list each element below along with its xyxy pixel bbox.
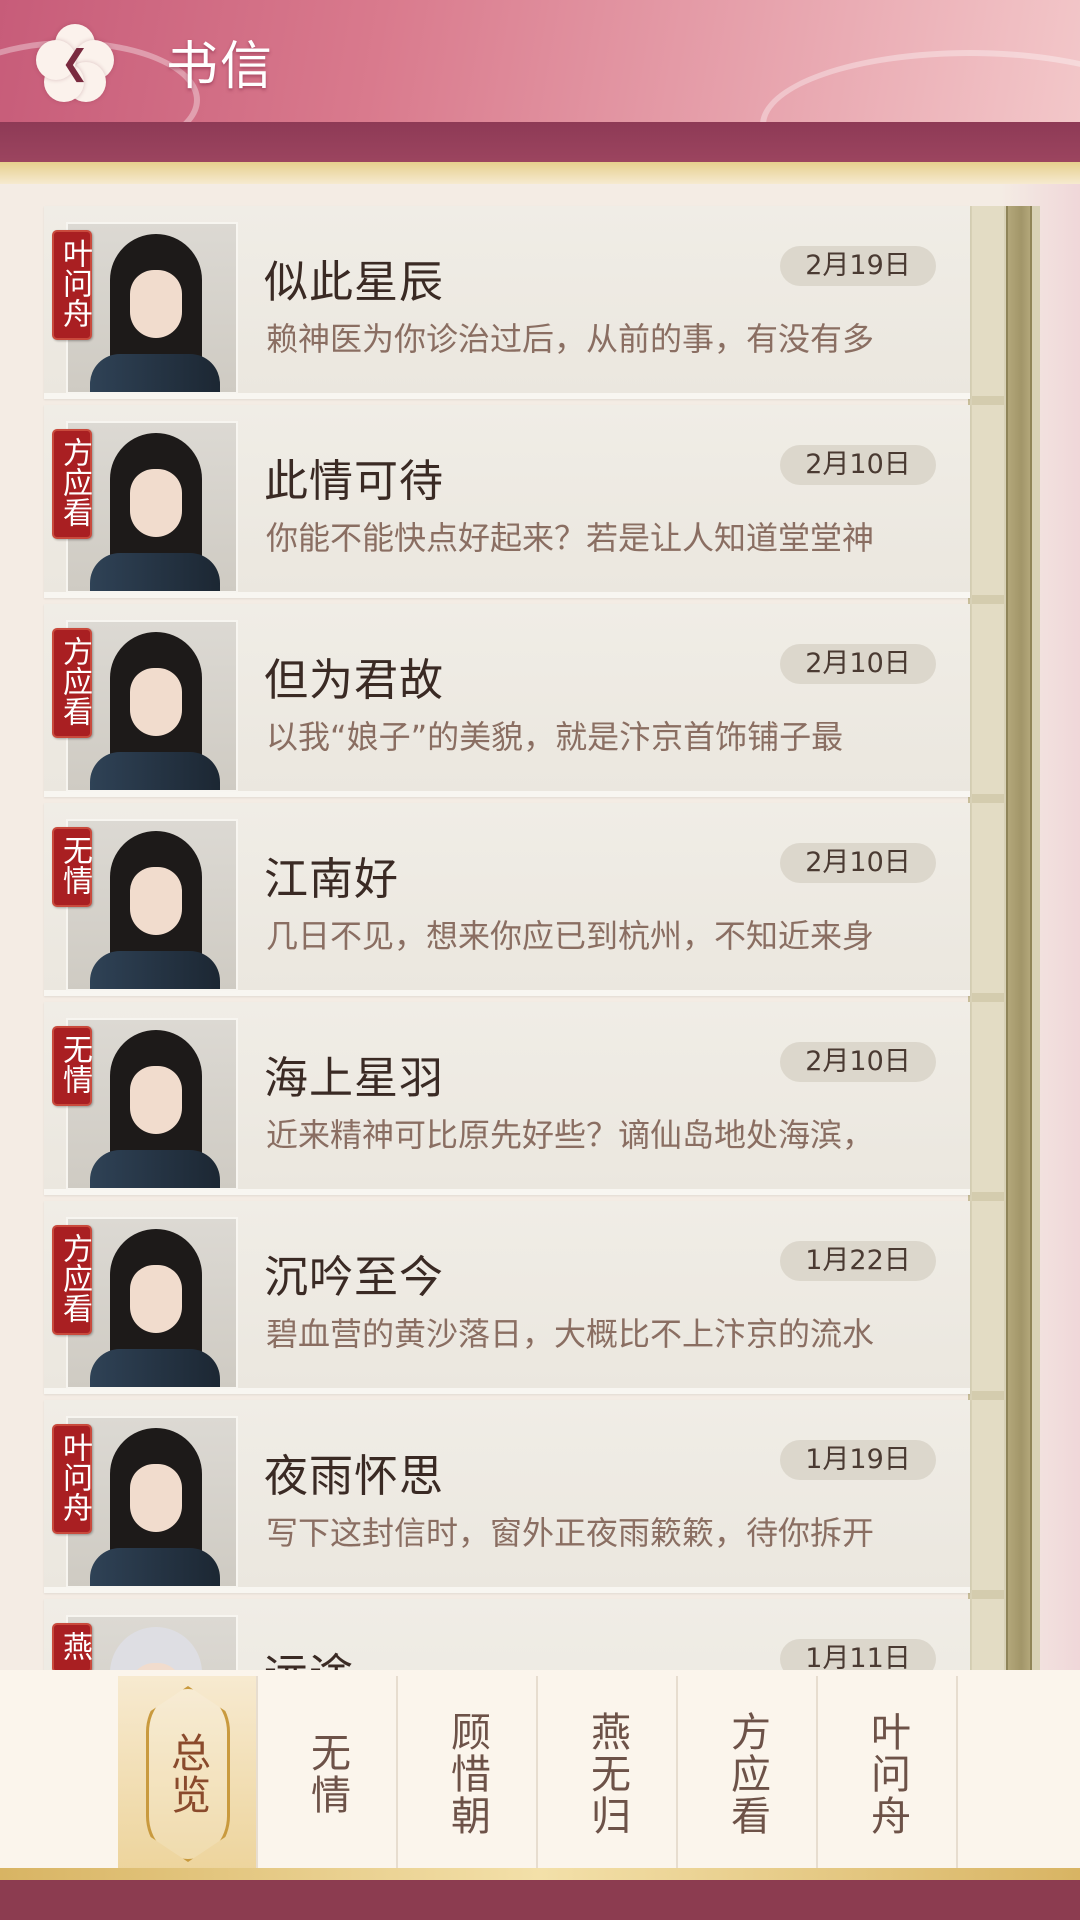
tab-overview[interactable]: 总览: [118, 1676, 258, 1872]
scrollbar-track[interactable]: [1006, 206, 1032, 1670]
letter-title: 夜雨怀思: [264, 1452, 444, 1501]
tab-guxizhao[interactable]: 顾惜朝: [398, 1676, 538, 1872]
letter-item[interactable]: 方应看 此情可待 2月10日 你能不能快点好起来？若是让人知道堂堂神: [44, 405, 970, 598]
character-name-tag: 叶问舟: [52, 230, 92, 340]
letter-preview: 写下这封信时，窗外正夜雨簌簌，待你拆开: [266, 1514, 875, 1552]
letter-date-badge: 2月10日: [780, 445, 936, 485]
letter-title: 但为君故: [264, 656, 444, 705]
letter-date-badge: 2月10日: [780, 644, 936, 684]
tab-yewenzhou[interactable]: 叶问舟: [818, 1676, 958, 1872]
header-decor-swirl: [760, 50, 1080, 122]
character-name-tag: 方应看: [52, 1225, 92, 1335]
letter-preview: 碧血营的黄沙落日，大概比不上汴京的流水: [266, 1315, 875, 1353]
tabbar-base: [0, 1880, 1080, 1920]
scrollbar-panel: [972, 206, 1004, 1670]
letter-title: 沉吟至今: [264, 1253, 444, 1302]
header-gold-trim: [0, 162, 1080, 184]
letter-preview: 以我“娘子”的美貌，就是汴京首饰铺子最: [266, 718, 844, 756]
tab-label: 顾惜朝: [445, 1711, 490, 1837]
character-name-tag: 无情: [52, 1026, 92, 1106]
tab-fangyingkan[interactable]: 方应看: [678, 1676, 818, 1872]
letter-preview: 赖神医为你诊治过后，从前的事，有没有多: [266, 320, 875, 358]
letter-date-badge: 2月10日: [780, 843, 936, 883]
character-name-tag: 方应看: [52, 628, 92, 738]
letter-item[interactable]: 叶问舟 似此星辰 2月19日 赖神医为你诊治过后，从前的事，有没有多: [44, 206, 970, 399]
letter-item[interactable]: 燕 远途 1月11日: [44, 1599, 970, 1670]
tabbar-gold-trim: [0, 1868, 1080, 1880]
letter-date-badge: 1月19日: [780, 1440, 936, 1480]
character-name-tag: 燕: [52, 1623, 92, 1670]
tab-label: 无情: [305, 1732, 350, 1816]
letter-item[interactable]: 无情 海上星羽 2月10日 近来精神可比原先好些？谪仙岛地处海滨，: [44, 1002, 970, 1195]
letter-date-badge: 2月19日: [780, 246, 936, 286]
letter-title: 江南好: [264, 855, 399, 904]
back-arrow-icon: ❮: [60, 43, 90, 83]
character-name-tag: 叶问舟: [52, 1424, 92, 1534]
back-button[interactable]: ❮: [36, 24, 114, 102]
letter-date-badge: 1月22日: [780, 1241, 936, 1281]
scrollbar[interactable]: [968, 206, 1040, 1670]
tab-label: 方应看: [725, 1711, 770, 1837]
letter-item[interactable]: 叶问舟 夜雨怀思 1月19日 写下这封信时，窗外正夜雨簌簌，待你拆开: [44, 1400, 970, 1593]
letter-preview: 你能不能快点好起来？若是让人知道堂堂神: [266, 519, 875, 557]
letter-preview: 近来精神可比原先好些？谪仙岛地处海滨，: [266, 1116, 875, 1154]
letter-title: 远途: [264, 1639, 354, 1670]
letter-list[interactable]: 叶问舟 似此星辰 2月19日 赖神医为你诊治过后，从前的事，有没有多 方应看 此…: [0, 184, 1080, 1670]
tab-label: 燕无归: [585, 1711, 630, 1837]
letter-title: 似此星辰: [264, 258, 444, 307]
character-name-tag: 无情: [52, 827, 92, 907]
letter-item[interactable]: 无情 江南好 2月10日 几日不见，想来你应已到杭州，不知近来身: [44, 803, 970, 996]
header-bar: [0, 0, 1080, 122]
letter-preview: 几日不见，想来你应已到杭州，不知近来身: [266, 917, 875, 955]
letter-date-badge: 2月10日: [780, 1042, 936, 1082]
tab-label: 总览: [165, 1732, 210, 1816]
tab-label: 叶问舟: [865, 1711, 910, 1837]
character-name-tag: 方应看: [52, 429, 92, 539]
tab-wuqing[interactable]: 无情: [258, 1676, 398, 1872]
letter-item[interactable]: 方应看 沉吟至今 1月22日 碧血营的黄沙落日，大概比不上汴京的流水: [44, 1201, 970, 1394]
letter-item[interactable]: 方应看 但为君故 2月10日 以我“娘子”的美貌，就是汴京首饰铺子最: [44, 604, 970, 797]
tab-yanwugui[interactable]: 燕无归: [538, 1676, 678, 1872]
letter-title: 海上星羽: [264, 1054, 444, 1103]
letter-title: 此情可待: [264, 457, 444, 506]
letter-date-badge: 1月11日: [780, 1639, 936, 1670]
page-title: 书信: [166, 39, 275, 96]
